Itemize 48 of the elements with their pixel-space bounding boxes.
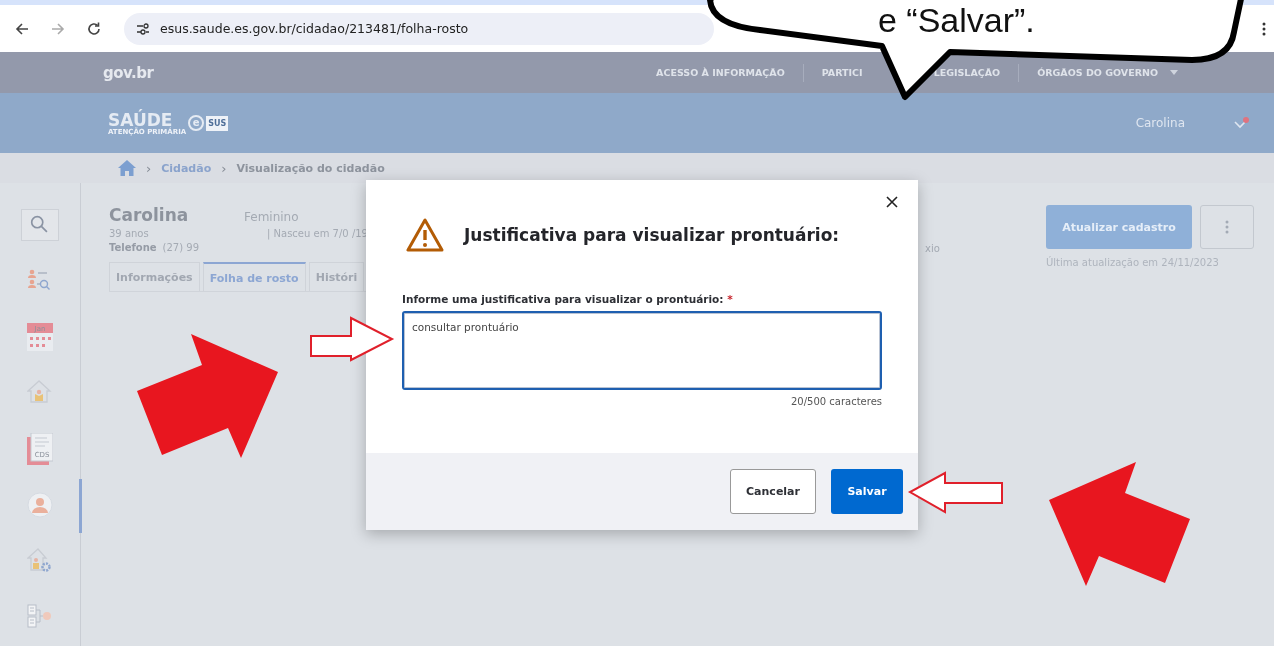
chevron-down-icon[interactable] [1233,117,1249,129]
tab[interactable]: Informações [109,262,200,291]
house-person-icon[interactable] [27,380,53,406]
justification-field[interactable]: consultar prontuário [402,311,882,390]
selection-indicator [78,479,82,533]
nav-link[interactable]: PARTICI [821,67,863,78]
menu-icon[interactable] [1262,21,1266,36]
address-bar[interactable]: esus.saude.es.gov.br/cidadao/213481/folha-rosto [124,12,714,45]
caret-icon[interactable] [1170,70,1178,75]
field-label: Informe uma justificativa para visualizar o prontuário: * [402,293,734,305]
more-button[interactable] [1200,205,1254,249]
cancel-button[interactable]: Cancelar [730,469,816,514]
callout-text: e “Salvar”. [878,0,1035,40]
warning-icon [406,218,444,252]
chevron-right-icon: › [221,160,227,176]
nav-link[interactable]: ÓRGÃOS DO GOVERNO [1037,67,1158,78]
house-gear-icon[interactable] [27,548,53,574]
save-button[interactable]: Salvar [831,469,903,514]
dialog-title: Justificativa para visualizar prontuário: [464,225,840,245]
breadcrumb-item[interactable]: Cidadão [161,161,212,175]
logo-title: SAÚDE [108,111,173,129]
search-icon[interactable] [21,209,59,241]
patient-name: Carolina [109,205,190,225]
reload-icon[interactable] [86,20,102,37]
logo-mark: e [188,115,205,131]
chevron-right-icon: › [146,160,152,176]
person-icon[interactable] [27,492,53,518]
user-name[interactable]: Carolina [1135,116,1185,130]
nav-link[interactable]: LEGISLAÇÃO [933,67,1001,78]
update-button[interactable]: Atualizar cadastro [1046,205,1192,249]
url-text: esus.saude.es.gov.br/cidadao/213481/folha-rosto [160,21,469,36]
home-icon[interactable] [118,160,136,176]
tab[interactable]: Históri [308,262,365,291]
phone-label: Telefone [109,242,157,253]
tab[interactable]: Folha de rosto [202,262,306,291]
breadcrumb-item: Visualização do cidadão [236,161,385,175]
govbr-logo[interactable]: gov.br [103,63,154,82]
site-settings-icon[interactable] [136,22,150,35]
phone-number: (27) 99 [162,242,200,253]
back-icon[interactable] [14,20,30,37]
document-person-icon[interactable] [27,604,53,630]
nav-link[interactable]: ACESSO À INFORMAÇÃO [656,67,785,78]
logo-badge: SUS [206,115,229,131]
patient-sex: Feminino [244,210,299,224]
more-icon [1225,220,1229,234]
forward-icon[interactable] [50,20,66,37]
character-counter: 20/500 caracteres [789,396,882,407]
close-icon[interactable] [886,196,898,208]
